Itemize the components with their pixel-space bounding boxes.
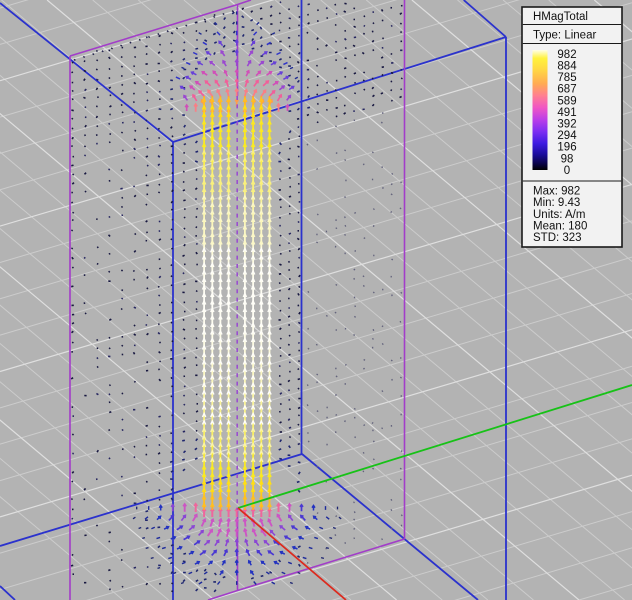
svg-text:STD: 323: STD: 323 (533, 232, 582, 244)
svg-text:Mean: 180: Mean: 180 (533, 221, 587, 233)
svg-text:196: 196 (557, 142, 576, 154)
svg-text:Max: 982: Max: 982 (533, 185, 580, 197)
svg-text:98: 98 (561, 153, 574, 165)
svg-text:785: 785 (557, 72, 576, 84)
svg-text:Type: Linear: Type: Linear (533, 30, 596, 42)
svg-text:491: 491 (557, 107, 576, 119)
svg-text:687: 687 (557, 84, 576, 96)
svg-text:Min: 9.43: Min: 9.43 (533, 197, 580, 209)
svg-text:884: 884 (557, 61, 577, 73)
svg-text:392: 392 (557, 119, 576, 131)
svg-text:982: 982 (557, 49, 576, 61)
svg-text:589: 589 (557, 95, 576, 107)
svg-text:Units: A/m: Units: A/m (533, 209, 585, 221)
svg-text:294: 294 (557, 130, 577, 142)
svg-text:HMagTotal: HMagTotal (533, 11, 588, 23)
svg-text:0: 0 (564, 165, 570, 177)
